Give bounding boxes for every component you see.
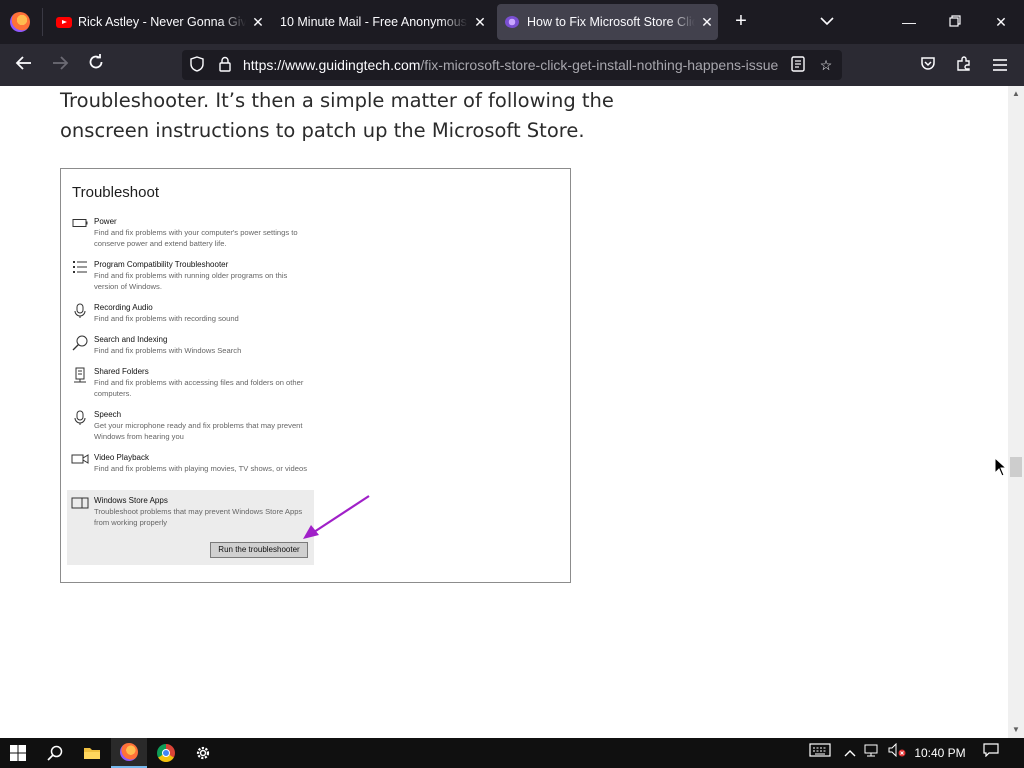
item-description: Find and fix problems with Windows Searc… bbox=[94, 346, 242, 355]
item-description: Get your microphone ready and fix proble… bbox=[94, 421, 303, 441]
tab-title: How to Fix Microsoft Store Click bbox=[527, 15, 695, 29]
tab-strip: Rick Astley - Never Gonna Give You Up ✕ … bbox=[0, 0, 1024, 44]
tab-close-icon[interactable]: ✕ bbox=[699, 14, 715, 31]
minimize-icon[interactable]: — bbox=[896, 10, 922, 34]
item-name: Power bbox=[94, 217, 117, 226]
pocket-icon[interactable] bbox=[916, 53, 940, 77]
server-icon bbox=[71, 367, 89, 385]
youtube-icon bbox=[56, 16, 72, 28]
lock-icon[interactable] bbox=[216, 56, 234, 74]
chevron-up-icon[interactable] bbox=[840, 738, 860, 768]
tab-close-icon[interactable]: ✕ bbox=[472, 14, 488, 31]
keyboard-icon[interactable] bbox=[806, 738, 834, 768]
troubleshoot-screenshot: Troubleshoot Power Find and fix problems… bbox=[60, 168, 571, 583]
network-icon[interactable] bbox=[862, 738, 884, 768]
reload-icon[interactable] bbox=[84, 53, 108, 77]
battery-icon bbox=[71, 217, 89, 235]
item-description: Find and fix problems with recording sou… bbox=[94, 314, 239, 323]
windows-start-icon[interactable] bbox=[0, 738, 36, 768]
tab-separator bbox=[42, 8, 43, 36]
search-icon bbox=[71, 335, 89, 353]
windows-taskbar: 10:40 PM bbox=[0, 738, 1024, 768]
shield-icon[interactable] bbox=[188, 56, 206, 74]
item-description: Find and fix problems with your computer… bbox=[94, 228, 298, 248]
bookmark-star-icon[interactable]: ☆ bbox=[817, 56, 835, 74]
restore-icon[interactable] bbox=[942, 10, 968, 34]
hamburger-menu-icon[interactable] bbox=[988, 53, 1012, 77]
tab-microsoft-store-fix[interactable]: How to Fix Microsoft Store Click ✕ bbox=[497, 4, 718, 40]
microphone-icon bbox=[71, 410, 89, 428]
article-paragraph: Troubleshooter. It’s then a simple matte… bbox=[60, 89, 614, 142]
scroll-up-arrow-icon[interactable]: ▲ bbox=[1011, 89, 1021, 99]
guidingtech-icon bbox=[505, 16, 519, 28]
clock-time[interactable]: 10:40 PM bbox=[910, 738, 970, 768]
mouse-cursor-icon bbox=[994, 457, 1008, 477]
store-app-icon bbox=[71, 496, 89, 514]
notifications-icon[interactable] bbox=[978, 738, 1004, 768]
item-name: Video Playback bbox=[94, 453, 149, 462]
item-name: Recording Audio bbox=[94, 303, 153, 312]
item-name: Shared Folders bbox=[94, 367, 149, 376]
vertical-scrollbar[interactable]: ▲ ▼ bbox=[1008, 86, 1024, 738]
search-icon[interactable] bbox=[37, 738, 73, 768]
item-name: Windows Store Apps bbox=[94, 496, 168, 505]
url-domain: https://www.guidingtech.com bbox=[243, 57, 421, 73]
close-window-icon[interactable]: ✕ bbox=[988, 10, 1014, 34]
run-troubleshooter-button: Run the troubleshooter bbox=[210, 542, 308, 558]
address-bar[interactable]: https://www.guidingtech.com/fix-microsof… bbox=[182, 50, 842, 80]
firefox-menu-icon[interactable] bbox=[10, 12, 30, 32]
item-description: Find and fix problems with playing movie… bbox=[94, 464, 307, 473]
volume-muted-icon[interactable] bbox=[886, 738, 908, 768]
list-all-tabs-chevron-icon[interactable] bbox=[816, 10, 838, 32]
annotation-arrow-icon bbox=[303, 495, 370, 539]
navigation-toolbar: https://www.guidingtech.com/fix-microsof… bbox=[0, 44, 1024, 86]
forward-arrow-icon[interactable] bbox=[48, 53, 72, 77]
tab-title: Rick Astley - Never Gonna Give You Up bbox=[78, 15, 246, 29]
web-page: Troubleshooter. It’s then a simple matte… bbox=[0, 86, 1008, 738]
file-explorer-icon[interactable] bbox=[74, 738, 110, 768]
item-description: Find and fix problems with accessing fil… bbox=[94, 378, 304, 398]
tab-rick-astley[interactable]: Rick Astley - Never Gonna Give You Up ✕ bbox=[48, 4, 268, 40]
item-description: Find and fix problems with running older… bbox=[94, 271, 288, 291]
tab-10-minute-mail[interactable]: 10 Minute Mail - Free Anonymous Temporar… bbox=[272, 4, 492, 40]
figure-title: Troubleshoot bbox=[72, 184, 159, 201]
item-name: Program Compatibility Troubleshooter bbox=[94, 260, 229, 269]
url-path: /fix-microsoft-store-click-get-install-n… bbox=[420, 57, 779, 73]
tab-title: 10 Minute Mail - Free Anonymous Temporar… bbox=[280, 15, 468, 29]
scrollbar-thumb[interactable] bbox=[1010, 457, 1022, 477]
settings-icon[interactable] bbox=[185, 738, 221, 768]
tab-close-icon[interactable]: ✕ bbox=[250, 14, 266, 31]
extensions-icon[interactable] bbox=[952, 53, 976, 77]
scroll-down-arrow-icon[interactable]: ▼ bbox=[1011, 725, 1021, 735]
chrome-icon[interactable] bbox=[148, 738, 184, 768]
microphone-icon bbox=[71, 303, 89, 321]
url-text[interactable]: https://www.guidingtech.com/fix-microsof… bbox=[243, 57, 783, 73]
reader-view-icon[interactable] bbox=[789, 56, 807, 74]
back-arrow-icon[interactable] bbox=[12, 53, 36, 77]
video-camera-icon bbox=[71, 453, 89, 471]
item-name: Speech bbox=[94, 410, 122, 419]
new-tab-plus-icon[interactable]: + bbox=[730, 10, 752, 32]
list-icon bbox=[71, 260, 89, 278]
item-name: Search and Indexing bbox=[94, 335, 168, 344]
firefox-icon[interactable] bbox=[111, 738, 147, 768]
item-description: Troubleshoot problems that may prevent W… bbox=[94, 507, 303, 527]
